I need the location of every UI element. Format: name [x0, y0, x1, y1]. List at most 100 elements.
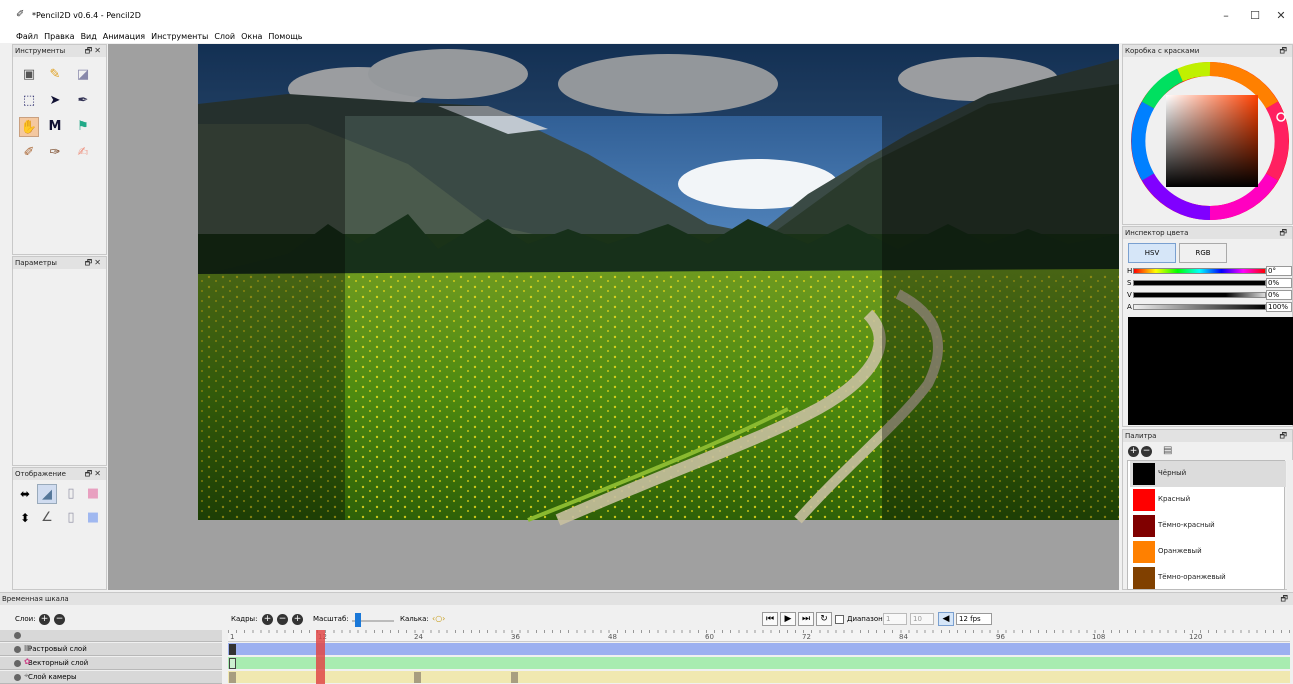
select-tool-icon[interactable]: ⬚: [19, 91, 39, 111]
hue-slider[interactable]: [1133, 268, 1266, 274]
visibility-icon[interactable]: [14, 674, 21, 681]
layer-name[interactable]: Векторный слой: [0, 657, 222, 670]
close-button[interactable]: ✕: [1270, 6, 1292, 26]
panel-float-icon[interactable]: 🗗: [1280, 593, 1290, 605]
hue-value-field[interactable]: 0°: [1266, 266, 1292, 276]
menu-edit[interactable]: Правка: [41, 30, 77, 43]
palette-item[interactable]: Красный: [1130, 487, 1286, 513]
window-title: *Pencil2D v0.6.4 - Pencil2D: [32, 11, 141, 20]
zoom-slider-handle[interactable]: [355, 613, 361, 627]
visibility-icon[interactable]: [14, 660, 21, 667]
overlay-angle-icon[interactable]: ∠: [37, 508, 57, 528]
palette-options-icon[interactable]: ▤: [1163, 445, 1172, 456]
eyedropper-tool-icon[interactable]: ✒: [73, 91, 93, 111]
play-icon[interactable]: ▶: [780, 612, 796, 626]
panel-float-icon[interactable]: 🗗: [1279, 430, 1289, 442]
menu-animation[interactable]: Анимация: [100, 30, 148, 43]
vector-layer-icon: ✿: [24, 657, 31, 666]
jump-start-icon[interactable]: ⏮: [762, 612, 778, 626]
sound-icon[interactable]: ◀: [938, 612, 954, 626]
palette-scrollbar[interactable]: [1287, 460, 1293, 590]
scale-label: Масштаб:: [313, 615, 349, 623]
jump-end-icon[interactable]: ⏭: [798, 612, 814, 626]
vector-frames-track[interactable]: [228, 657, 1290, 669]
keyframe[interactable]: [511, 672, 518, 683]
saturation-slider[interactable]: [1133, 280, 1266, 286]
panel-float-close-icons[interactable]: 🗗✕: [85, 468, 103, 480]
layer-row-camera[interactable]: Слой камеры ⌖: [0, 671, 1293, 684]
color-wheel[interactable]: [1130, 61, 1290, 221]
menu-windows[interactable]: Окна: [238, 30, 265, 43]
camera-frames-track[interactable]: [228, 671, 1290, 683]
visibility-icon[interactable]: [14, 646, 21, 653]
panel-float-close-icons[interactable]: 🗗✕: [85, 45, 103, 57]
hsv-tab[interactable]: HSV: [1128, 243, 1176, 263]
loop-icon[interactable]: ↻: [816, 612, 832, 626]
bucket-tool-icon[interactable]: ⚑: [73, 117, 93, 137]
bitmap-frames-track[interactable]: [228, 643, 1290, 655]
onion-prev-icon[interactable]: ▯: [61, 484, 81, 504]
minimize-button[interactable]: –: [1212, 6, 1240, 26]
value-label: V: [1127, 291, 1132, 299]
menu-tools[interactable]: Инструменты: [148, 30, 211, 43]
alpha-slider[interactable]: [1133, 304, 1266, 310]
add-color-icon[interactable]: +: [1128, 446, 1139, 457]
layer-row-vector[interactable]: Векторный слой ✿: [0, 657, 1293, 670]
playhead[interactable]: [316, 630, 325, 684]
range-end-input[interactable]: 10: [910, 613, 934, 625]
polyline-tool-icon[interactable]: M: [45, 117, 65, 137]
rgb-tab[interactable]: RGB: [1179, 243, 1227, 263]
panel-float-icon[interactable]: 🗗: [1279, 45, 1289, 57]
duplicate-frame-icon[interactable]: +: [292, 614, 303, 625]
add-layer-icon[interactable]: +: [39, 614, 50, 625]
flip-vertical-icon[interactable]: ⬍: [15, 508, 35, 528]
color-box-panel: Коробка с красками 🗗: [1122, 44, 1293, 225]
eraser-tool-icon[interactable]: ◪: [73, 65, 93, 85]
move-tool-icon[interactable]: ➤: [45, 91, 65, 111]
value-value-field[interactable]: 0%: [1266, 290, 1292, 300]
alpha-value-field[interactable]: 100%: [1266, 302, 1292, 312]
menu-layer[interactable]: Слой: [211, 30, 238, 43]
layer-name[interactable]: Растровый слой: [0, 643, 222, 656]
keyframe[interactable]: [229, 672, 236, 683]
frame-ruler[interactable]: 1 12 24 36 48 60 72 84 96 108 120: [228, 630, 1290, 642]
visibility-all-icon[interactable]: [14, 632, 21, 639]
keyframe[interactable]: [229, 658, 236, 669]
pencil-tool-icon[interactable]: ✎: [45, 65, 65, 85]
onion-blue-icon[interactable]: ■: [83, 508, 103, 528]
menu-help[interactable]: Помощь: [265, 30, 305, 43]
range-checkbox[interactable]: [835, 615, 844, 624]
palette-item[interactable]: Тёмно-оранжевый: [1130, 565, 1286, 591]
onion-next-icon[interactable]: ▯: [61, 508, 81, 528]
remove-frame-icon[interactable]: −: [277, 614, 288, 625]
drawing-canvas[interactable]: [108, 44, 1119, 590]
palette-item[interactable]: Чёрный: [1130, 461, 1286, 487]
panel-float-close-icons[interactable]: 🗗✕: [85, 257, 103, 269]
remove-color-icon[interactable]: −: [1141, 446, 1152, 457]
clear-tool-icon[interactable]: ▣: [19, 65, 39, 85]
menu-view[interactable]: Вид: [78, 30, 100, 43]
onion-red-icon[interactable]: ■: [83, 484, 103, 504]
add-frame-icon[interactable]: +: [262, 614, 273, 625]
layer-row-bitmap[interactable]: Растровый слой ▦: [0, 643, 1293, 656]
menu-file[interactable]: Файл: [0, 30, 41, 43]
flip-horizontal-icon[interactable]: ⬌: [15, 484, 35, 504]
panel-float-icon[interactable]: 🗗: [1279, 227, 1289, 239]
palette-item[interactable]: Оранжевый: [1130, 539, 1286, 565]
value-slider[interactable]: [1133, 292, 1266, 298]
smudge-tool-icon[interactable]: ✐: [19, 143, 39, 163]
maximize-button[interactable]: ☐: [1241, 6, 1269, 26]
pen-tool-icon[interactable]: ✍: [73, 143, 93, 163]
saturation-value-field[interactable]: 0%: [1266, 278, 1292, 288]
range-start-input[interactable]: 1: [883, 613, 907, 625]
keyframe[interactable]: [229, 644, 236, 655]
keyframe[interactable]: [414, 672, 421, 683]
brush-tool-icon[interactable]: ✑: [45, 143, 65, 163]
layer-name[interactable]: Слой камеры: [0, 671, 222, 684]
palette-item[interactable]: Тёмно-красный: [1130, 513, 1286, 539]
remove-layer-icon[interactable]: −: [54, 614, 65, 625]
fps-spinbox[interactable]: 12 fps: [956, 613, 992, 625]
hand-tool-icon[interactable]: ✋: [19, 117, 39, 137]
overlay-thirds-icon[interactable]: ◢: [37, 484, 57, 504]
onion-skin-icon[interactable]: ‹○›: [432, 614, 445, 623]
